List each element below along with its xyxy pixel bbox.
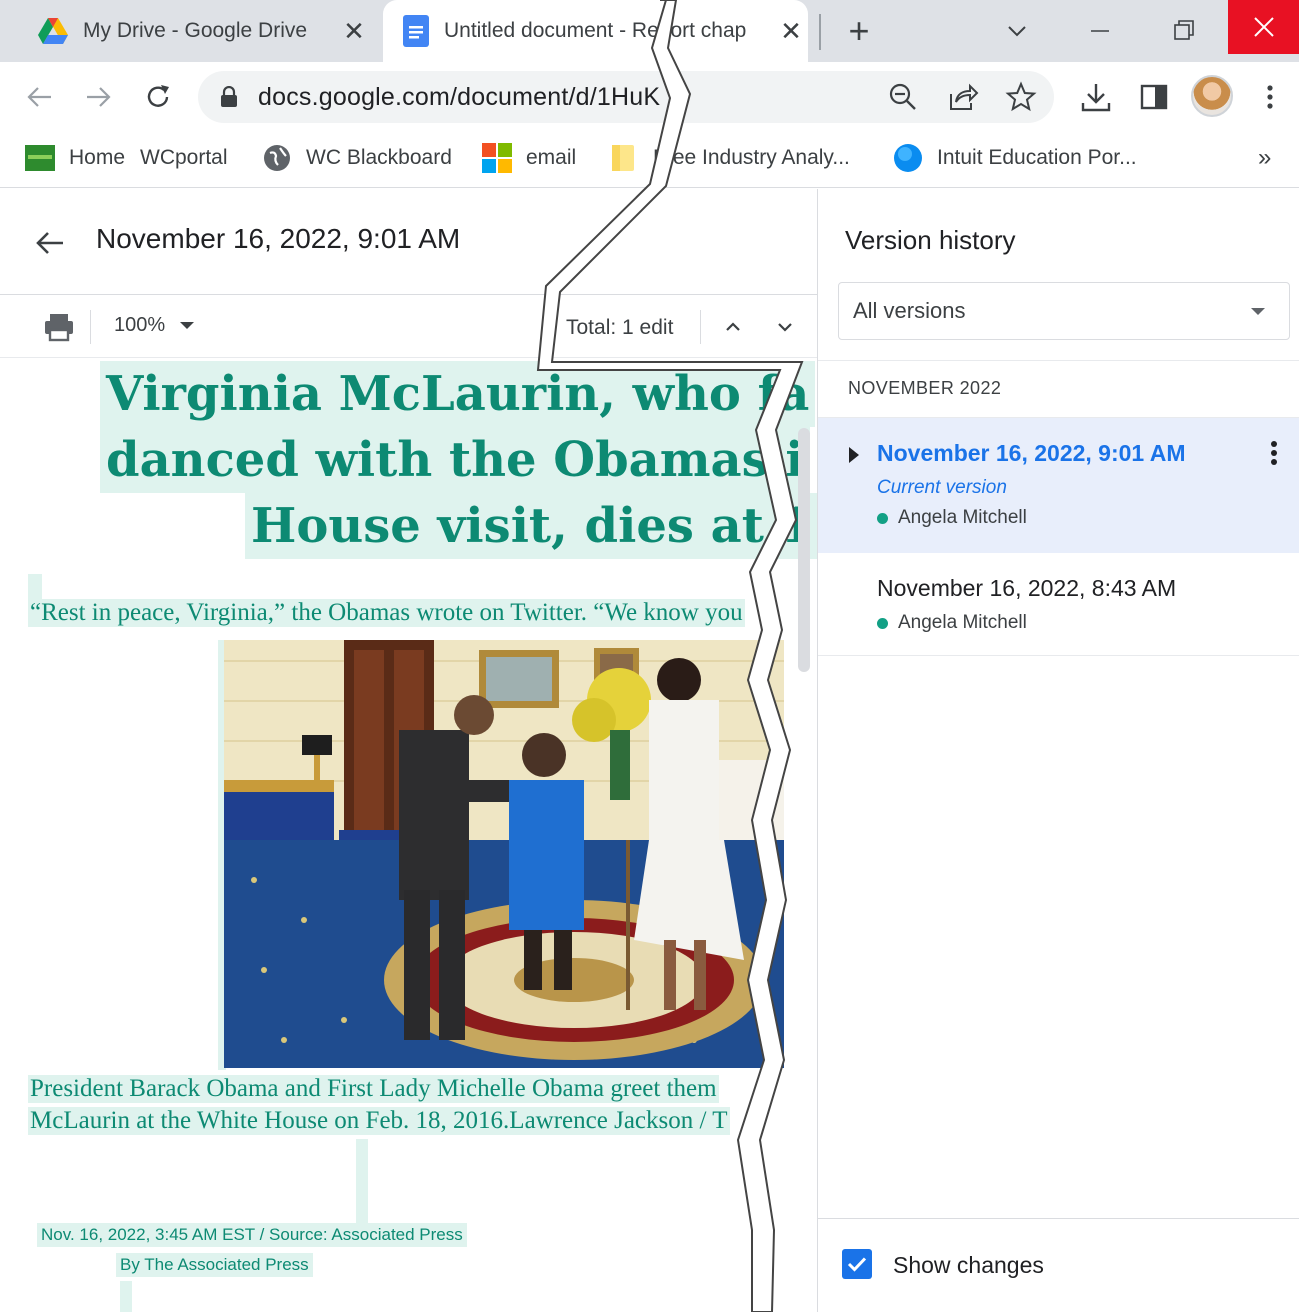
show-changes-label: Show changes <box>893 1252 1044 1278</box>
version-author: Angela Mitchell <box>877 507 1027 529</box>
tab-title: Untitled document - Report chap <box>444 19 747 42</box>
download-icon[interactable] <box>1078 79 1114 115</box>
quote-paragraph: “Rest in peace, Virginia,” the Obamas wr… <box>28 599 745 627</box>
bookmark-label: Intuit Education Por... <box>937 146 1137 169</box>
close-tab-icon[interactable]: ✕ <box>340 17 368 45</box>
author-name: Angela Mitchell <box>898 507 1027 528</box>
lock-icon[interactable] <box>220 86 238 108</box>
bookmark-label: WCportal <box>140 146 228 169</box>
change-marker <box>120 1281 132 1312</box>
headline-line: danced with the Obamas i <box>100 427 810 493</box>
version-history-panel: Version history All versions NOVEMBER 20… <box>817 189 1299 1312</box>
bookmark-label: Free Industry Analy... <box>653 146 850 169</box>
google-docs-icon <box>403 15 429 47</box>
expand-triangle-icon[interactable] <box>849 447 859 463</box>
month-heading: NOVEMBER 2022 <box>848 378 1002 398</box>
panel-divider <box>818 360 1299 361</box>
profile-avatar[interactable] <box>1191 75 1233 117</box>
document-scrollbar[interactable] <box>798 428 810 672</box>
bookmark-wc-blackboard[interactable]: WC Blackboard <box>262 140 452 176</box>
version-author: Angela Mitchell <box>877 612 1027 634</box>
article-dateline: Nov. 16, 2022, 3:45 AM EST / Source: Ass… <box>37 1223 467 1247</box>
author-color-dot <box>877 617 888 629</box>
show-changes-checkbox[interactable] <box>842 1249 872 1279</box>
bookmark-free-industry-analysis[interactable]: Free Industry Analy... <box>609 140 850 176</box>
panel-title: Version history <box>845 225 1016 255</box>
back-icon[interactable] <box>22 79 58 115</box>
intuit-icon <box>894 144 922 172</box>
filter-value: All versions <box>853 298 966 323</box>
bookmark-label: WC Blackboard <box>306 146 452 169</box>
photo-illustration <box>224 640 784 1068</box>
print-icon[interactable] <box>40 308 78 346</box>
article-byline: By The Associated Press <box>116 1253 313 1277</box>
author-name: Angela Mitchell <box>898 612 1027 633</box>
star-icon[interactable] <box>1005 81 1037 113</box>
checkmark-icon <box>847 1257 867 1272</box>
minimize-window-icon[interactable] <box>1083 14 1117 48</box>
browser-tab-strip: My Drive - Google Drive ✕ Untitled docum… <box>0 0 1299 62</box>
version-filter-select[interactable]: All versions <box>838 282 1290 340</box>
current-version-label: Current version <box>877 477 1007 498</box>
chevron-down-icon[interactable] <box>1000 14 1034 48</box>
bookmark-home[interactable]: Home <box>25 140 125 176</box>
version-header: November 16, 2022, 9:01 AM <box>0 189 817 295</box>
microsoft-icon <box>482 143 512 173</box>
forward-icon[interactable] <box>80 79 116 115</box>
tab-title: My Drive - Google Drive <box>83 19 308 42</box>
bookmark-wcportal[interactable]: WCportal <box>140 140 228 176</box>
version-date: November 16, 2022, 9:01 AM <box>877 440 1186 466</box>
tab-my-drive[interactable]: My Drive - Google Drive ✕ <box>0 0 382 62</box>
close-window-button[interactable] <box>1228 0 1299 54</box>
bookmark-label: Home <box>69 146 126 169</box>
bookmark-label: email <box>526 146 577 169</box>
panel-footer: Show changes <box>818 1218 1299 1312</box>
more-vertical-icon[interactable] <box>1252 79 1288 115</box>
author-color-dot <box>877 512 888 524</box>
caret-down-icon <box>1251 308 1265 315</box>
photo-caption-line: McLaurin at the White House on Feb. 18, … <box>28 1107 730 1135</box>
tab-untitled-document[interactable]: Untitled document - Report chap ✕ <box>383 0 808 62</box>
toolbar-divider <box>90 310 91 344</box>
headline-line: Virginia McLaurin, who fa <box>100 361 816 427</box>
address-bar[interactable]: docs.google.com/document/d/1HuK <box>198 71 1054 123</box>
back-arrow-icon[interactable] <box>32 225 68 261</box>
version-item[interactable]: November 16, 2022, 8:43 AM Angela Mitche… <box>818 554 1299 656</box>
reload-icon[interactable] <box>140 79 176 115</box>
new-tab-button[interactable]: + <box>842 13 876 49</box>
bookmark-intuit-education[interactable]: Intuit Education Por... <box>893 140 1137 176</box>
restore-window-icon[interactable] <box>1167 14 1201 48</box>
bookmark-leaf-icon <box>25 145 55 171</box>
total-edits-label: Total: 1 edit <box>566 316 674 339</box>
url-text: docs.google.com/document/d/1HuK <box>258 83 661 111</box>
more-actions-icon[interactable] <box>1262 439 1286 471</box>
google-drive-icon <box>38 18 68 44</box>
bookmark-email[interactable]: email <box>482 140 576 176</box>
folder-icon <box>612 145 634 171</box>
more-bookmarks-button[interactable]: » <box>1258 140 1271 176</box>
version-toolbar: 100% Total: 1 edit <box>0 296 817 358</box>
version-item-selected[interactable]: November 16, 2022, 9:01 AM Current versi… <box>818 418 1299 553</box>
headline-line: House visit, dies at 1 <box>245 493 817 559</box>
zoom-out-icon[interactable] <box>888 82 918 112</box>
change-marker <box>356 1139 368 1223</box>
previous-edit-icon[interactable] <box>718 312 748 342</box>
bookmarks-bar: Home WCportal WC Blackboard email Free I… <box>0 130 1299 188</box>
version-date: November 16, 2022, 8:43 AM <box>877 575 1177 601</box>
close-tab-icon[interactable]: ✕ <box>777 17 805 45</box>
caret-down-icon[interactable] <box>180 322 194 329</box>
toolbar-divider <box>700 310 701 344</box>
globe-icon <box>264 145 290 171</box>
zoom-select[interactable]: 100% <box>114 314 165 337</box>
side-panel-icon[interactable] <box>1136 79 1172 115</box>
document-canvas[interactable]: Virginia McLaurin, who fa danced with th… <box>0 359 817 1312</box>
close-icon <box>1254 17 1274 37</box>
photo-caption-line: President Barack Obama and First Lady Mi… <box>28 1075 719 1103</box>
version-title: November 16, 2022, 9:01 AM <box>96 223 461 254</box>
share-icon[interactable] <box>947 82 979 112</box>
news-photo <box>224 640 784 1068</box>
browser-toolbar: docs.google.com/document/d/1HuK <box>0 62 1299 130</box>
tab-divider <box>819 14 821 50</box>
next-edit-icon[interactable] <box>770 312 800 342</box>
